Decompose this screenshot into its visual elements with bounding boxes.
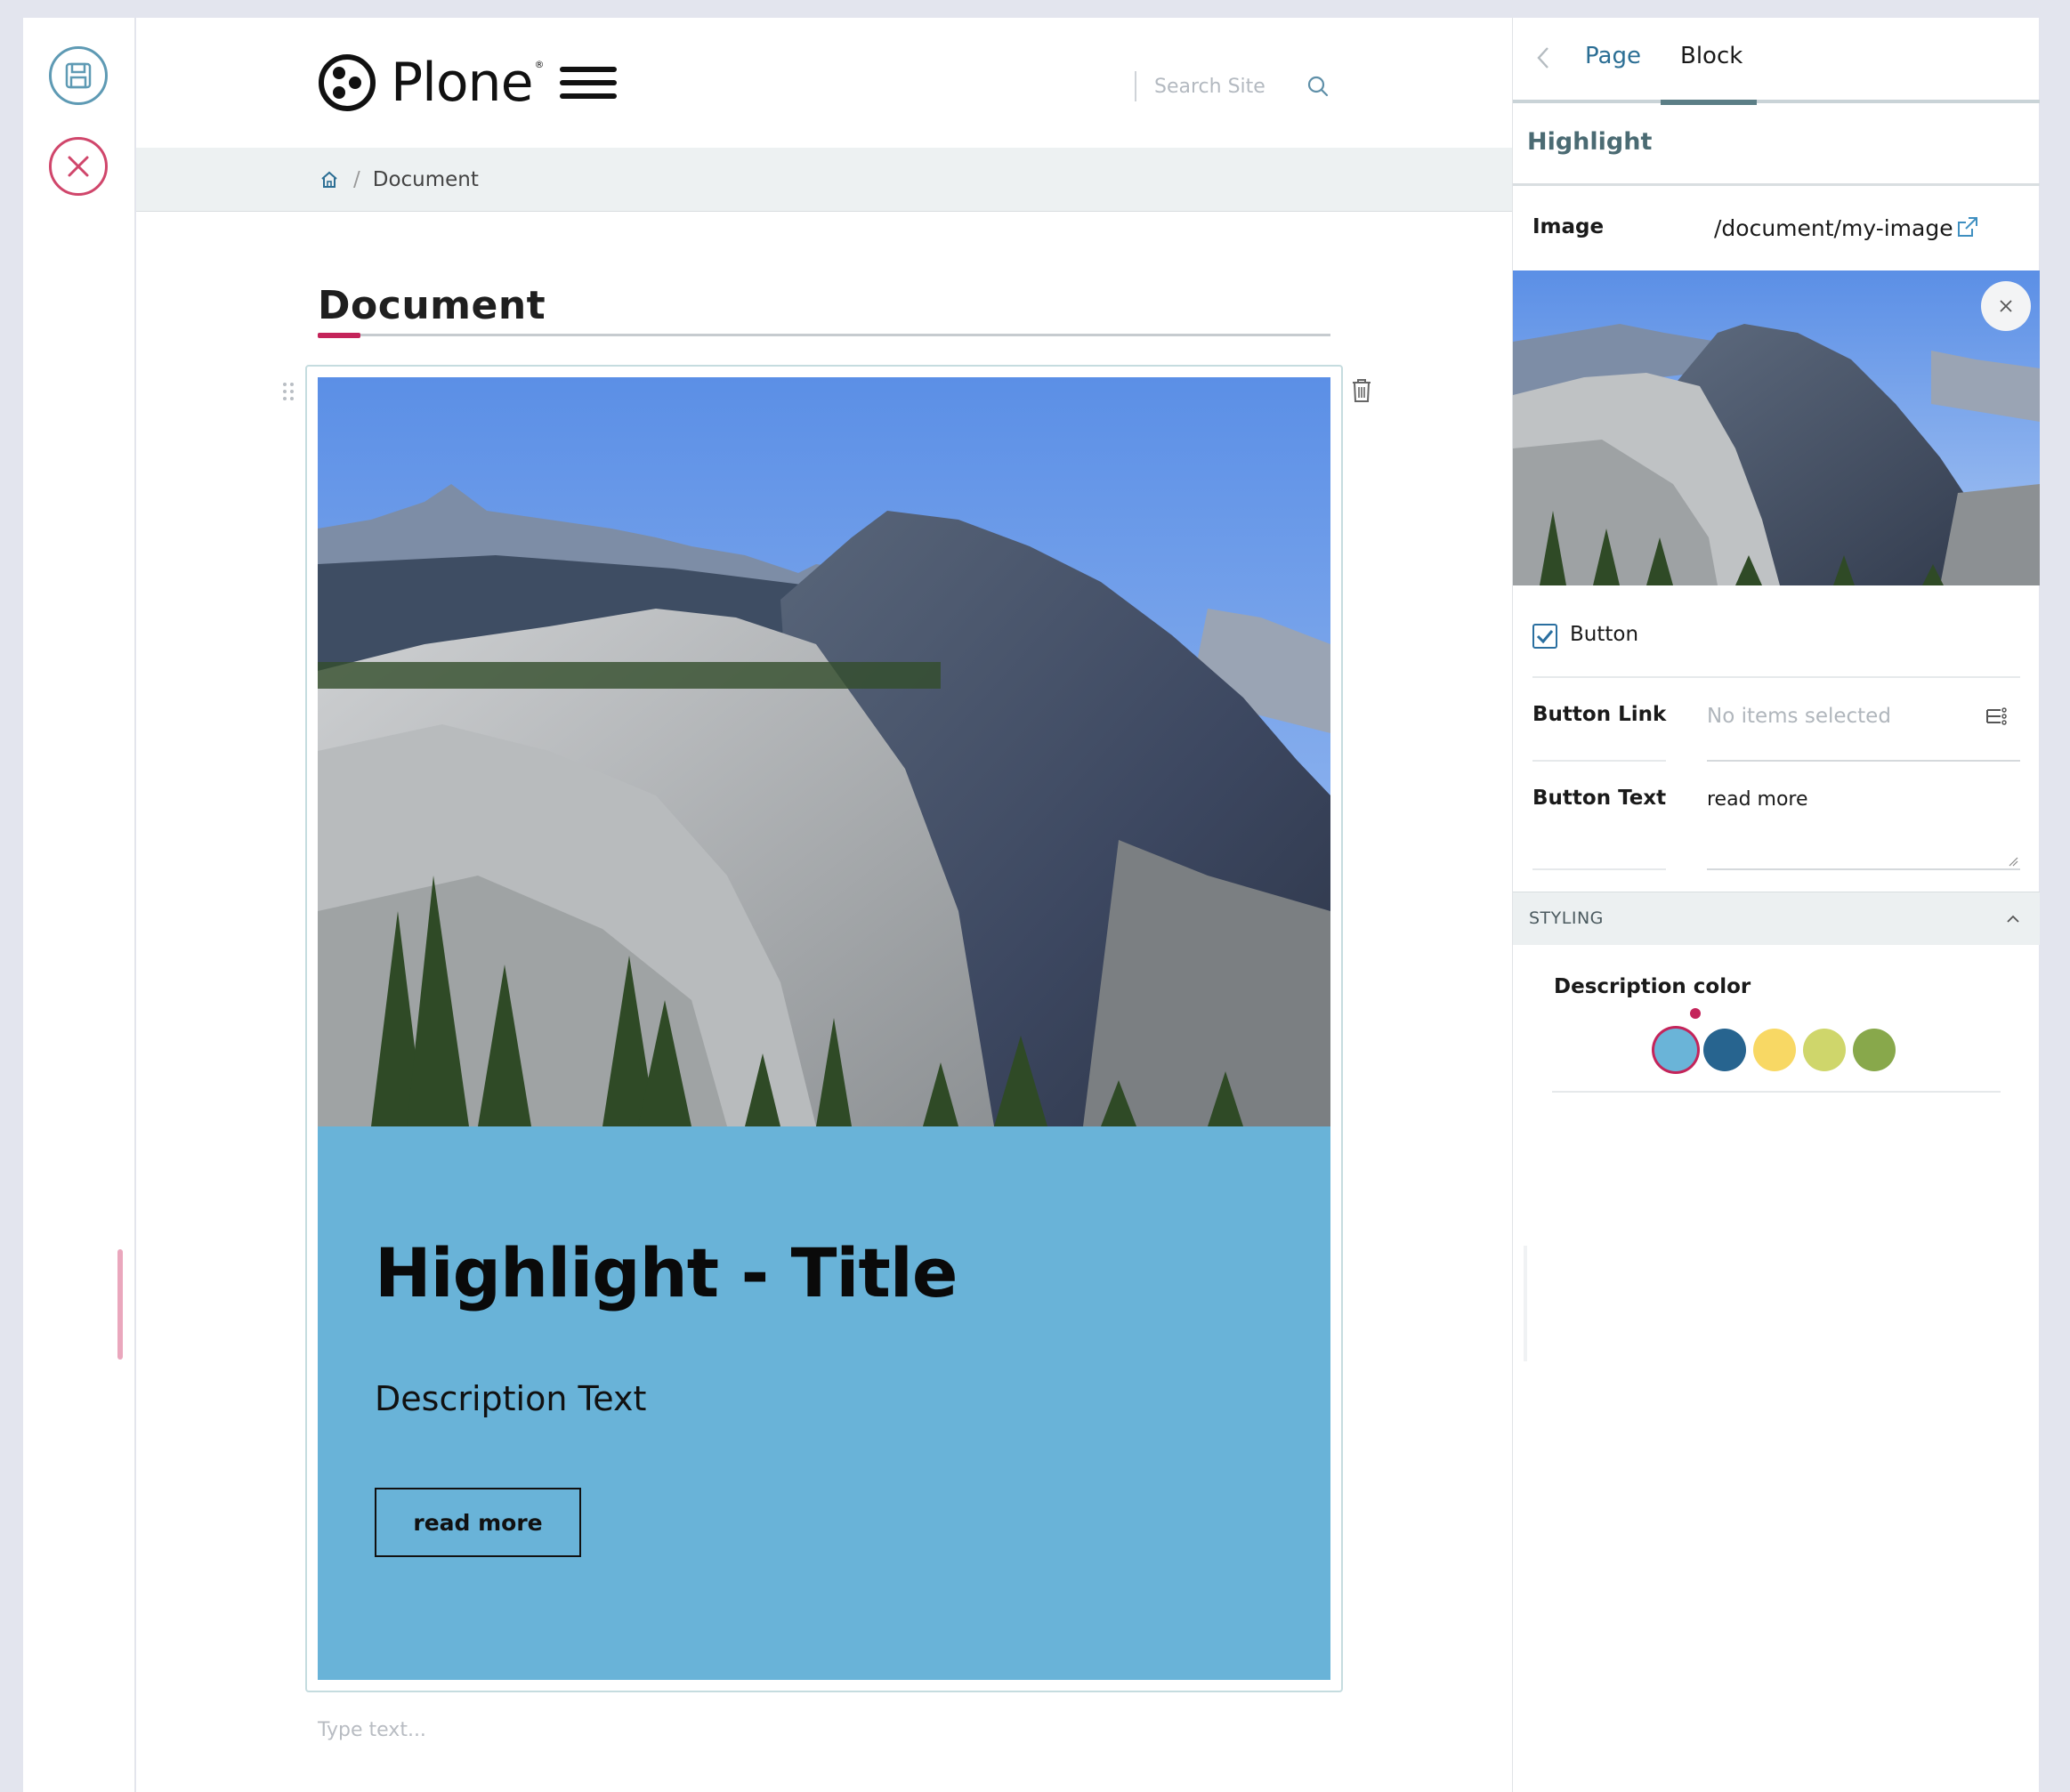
- sidebar-tabs: Page Block: [1513, 18, 2040, 105]
- description-color-label: Description color: [1554, 975, 1751, 998]
- drag-handle-icon[interactable]: [281, 381, 295, 402]
- button-checkbox[interactable]: [1532, 624, 1557, 649]
- button-checkbox-label: Button: [1570, 623, 1639, 646]
- highlight-description[interactable]: Description Text: [375, 1379, 646, 1418]
- plone-logo-icon: [319, 54, 376, 111]
- new-block-placeholder[interactable]: Type text...: [318, 1719, 426, 1741]
- resize-grip-icon[interactable]: [2008, 856, 2018, 867]
- color-swatch-green[interactable]: [1853, 1029, 1896, 1071]
- styling-label: STYLING: [1529, 908, 1604, 928]
- button-link-underline: [1707, 760, 2020, 762]
- close-icon: [2000, 300, 2012, 312]
- sidebar-scroll-indicator: [1524, 1246, 1527, 1361]
- close-icon: [68, 156, 89, 177]
- highlight-image[interactable]: [318, 377, 1330, 1126]
- breadcrumb-current: Document: [372, 167, 479, 191]
- breadcrumb-separator: /: [353, 167, 360, 191]
- highlight-content: Highlight - Title Description Text read …: [318, 1126, 1330, 1680]
- button-text-underline: [1707, 868, 2020, 870]
- home-icon[interactable]: [319, 170, 339, 190]
- search-divider: [1135, 71, 1136, 101]
- trash-icon[interactable]: [1350, 377, 1373, 404]
- browse-list-icon[interactable]: [1985, 705, 2008, 728]
- chevron-up-icon: [2007, 915, 2019, 923]
- highlight-title[interactable]: Highlight - Title: [375, 1233, 958, 1312]
- clear-image-button[interactable]: [1981, 281, 2031, 331]
- title-accent: [318, 333, 360, 338]
- page-content: Plone® / Document Document: [136, 18, 1512, 1792]
- read-more-button[interactable]: read more: [375, 1488, 581, 1557]
- field-divider: [1532, 676, 2020, 678]
- button-text-label: Button Text: [1532, 787, 1667, 810]
- section-divider: [1513, 183, 2040, 186]
- checkmark-icon: [1536, 630, 1554, 644]
- tab-block[interactable]: Block: [1680, 43, 1743, 69]
- image-path: /document/my-image: [1714, 215, 1953, 241]
- button-link-label: Button Link: [1532, 703, 1667, 726]
- selected-color-indicator: [1690, 1008, 1701, 1019]
- external-link-icon[interactable]: [1954, 214, 1981, 240]
- save-icon: [65, 62, 92, 89]
- save-button[interactable]: [49, 46, 108, 105]
- block-settings-title: Highlight: [1527, 128, 1653, 156]
- search-icon[interactable]: [1305, 73, 1331, 100]
- search-input[interactable]: [1154, 71, 1288, 101]
- site-logo[interactable]: Plone ®: [318, 52, 545, 114]
- field-divider: [1532, 760, 1666, 762]
- button-link-field[interactable]: No items selected: [1707, 705, 1891, 728]
- chevron-left-icon[interactable]: [1532, 44, 1554, 71]
- image-field-label: Image: [1532, 215, 1605, 238]
- button-text-field[interactable]: read more: [1707, 788, 1808, 811]
- page-title[interactable]: Document: [318, 283, 546, 328]
- image-preview: [1513, 270, 2040, 585]
- title-underline: [318, 334, 1330, 336]
- color-swatch-dark-blue[interactable]: [1703, 1029, 1746, 1071]
- tab-page[interactable]: Page: [1585, 43, 1641, 69]
- breadcrumb: / Document: [136, 148, 1512, 212]
- color-swatch-yellow[interactable]: [1753, 1029, 1796, 1071]
- color-swatch-lime[interactable]: [1803, 1029, 1846, 1071]
- cancel-button[interactable]: [49, 137, 108, 196]
- site-header: Plone ®: [136, 18, 1512, 148]
- logo-text: Plone ®: [391, 52, 545, 114]
- active-tab-indicator: [1661, 100, 1757, 105]
- field-divider: [1552, 1091, 2001, 1093]
- color-swatch-light-blue[interactable]: [1654, 1029, 1697, 1071]
- sidebar: Page Block Highlight Image /document/my-…: [1512, 18, 2040, 1792]
- field-divider: [1532, 868, 1666, 870]
- styling-section-header[interactable]: STYLING: [1513, 892, 2040, 945]
- menu-icon[interactable]: [560, 67, 617, 99]
- edit-toolbar: [23, 18, 135, 1792]
- toolbar-resize-handle[interactable]: [117, 1249, 123, 1360]
